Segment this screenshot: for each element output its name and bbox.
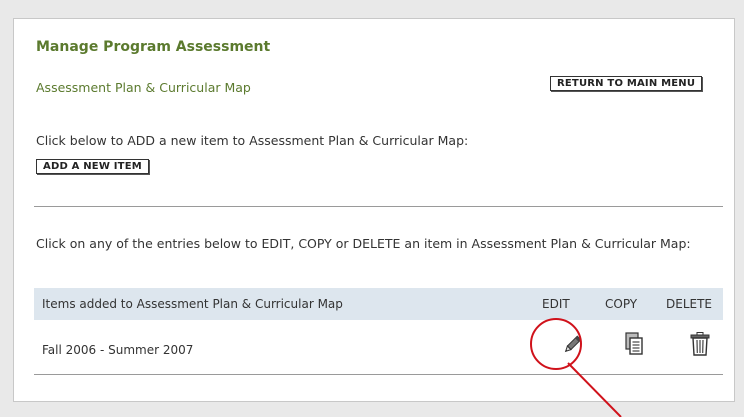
callout-pointer-line [567, 362, 622, 417]
